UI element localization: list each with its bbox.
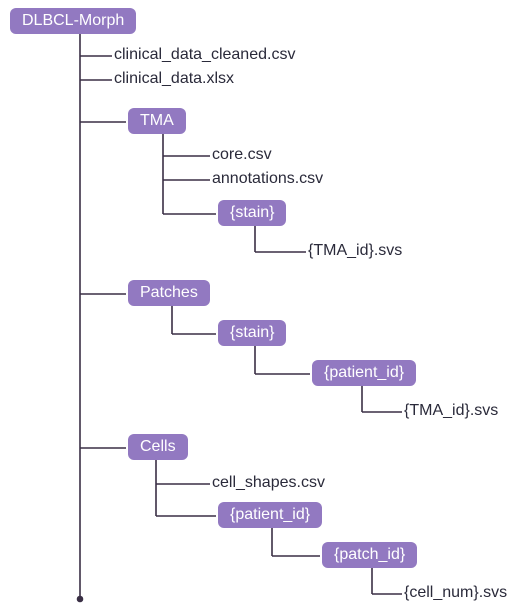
folder-cells-patient: {patient_id} <box>218 502 322 528</box>
file-annotations-csv: annotations.csv <box>212 170 323 188</box>
file-cell-shapes-csv: cell_shapes.csv <box>212 474 325 492</box>
file-clinical-data-cleaned: clinical_data_cleaned.csv <box>114 46 295 64</box>
file-tma-id-svs: {TMA_id}.svs <box>308 242 402 260</box>
folder-patches-stain: {stain} <box>218 320 286 346</box>
file-core-csv: core.csv <box>212 146 272 164</box>
file-cell-num-svs: {cell_num}.svs <box>404 584 507 602</box>
folder-tma-stain: {stain} <box>218 200 286 226</box>
folder-cells-patch: {patch_id} <box>322 542 417 568</box>
folder-root: DLBCL-Morph <box>10 8 136 34</box>
folder-cells: Cells <box>128 434 188 460</box>
folder-patches: Patches <box>128 280 210 306</box>
file-patches-tma-id-svs: {TMA_id}.svs <box>404 402 498 420</box>
folder-patches-patient: {patient_id} <box>312 360 416 386</box>
file-clinical-data-xlsx: clinical_data.xlsx <box>114 70 234 88</box>
folder-tma: TMA <box>128 108 186 134</box>
